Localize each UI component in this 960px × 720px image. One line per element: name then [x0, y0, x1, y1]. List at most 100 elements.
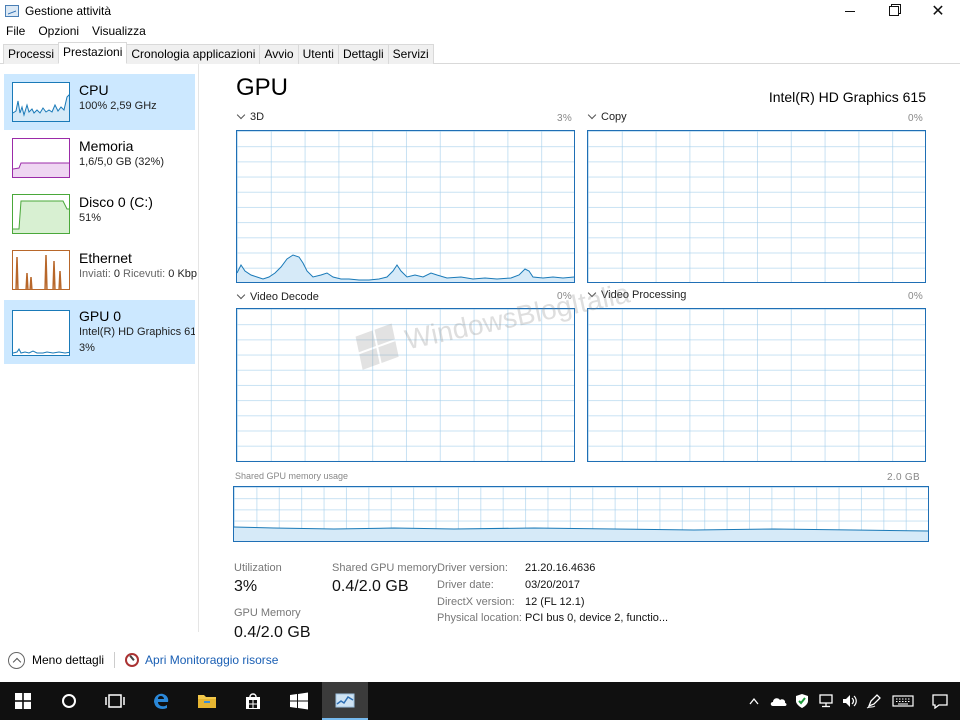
sidebar-subtitle: Inviati: 0 Ricevuti: 0 Kbp: [79, 268, 197, 280]
driver-version-value: 21.20.16.4636: [525, 562, 596, 574]
tab-services[interactable]: Servizi: [387, 44, 434, 64]
disk-thumbnail-graph: [12, 194, 70, 234]
driver-date-value: 03/20/2017: [525, 579, 581, 591]
pen-icon[interactable]: [862, 682, 886, 720]
physical-location-key: Physical location:: [437, 612, 522, 624]
task-manager-icon[interactable]: [322, 682, 368, 720]
system-tray: [742, 682, 960, 720]
sidebar-subtitle: Intel(R) HD Graphics 615: [79, 326, 195, 338]
network-icon[interactable]: [814, 682, 838, 720]
shared-memory-max: 2.0 GB: [887, 472, 920, 483]
sent-label: Inviati:: [79, 268, 111, 280]
cortana-icon[interactable]: [46, 682, 92, 720]
window-title: Gestione attività: [25, 4, 112, 18]
tab-processes[interactable]: Processi: [3, 44, 60, 64]
open-resource-monitor-link[interactable]: Apri Monitoraggio risorse: [145, 653, 278, 667]
window-controls: ✕: [828, 0, 960, 22]
chevron-down-icon: [587, 110, 597, 120]
gpu-detail-panel: GPU Intel(R) HD Graphics 615 3D 3% Copy …: [200, 64, 960, 641]
driver-version-key: Driver version:: [437, 562, 508, 574]
directx-version-key: DirectX version:: [437, 596, 515, 608]
engine-selector-video-decode[interactable]: Video Decode: [236, 290, 319, 303]
ethernet-thumbnail-graph: [12, 250, 70, 290]
menu-options[interactable]: Opzioni: [38, 24, 79, 38]
memory-thumbnail-graph: [12, 138, 70, 178]
task-manager-icon: [5, 5, 19, 17]
engine-percent: 3%: [557, 113, 573, 124]
chevron-up-icon[interactable]: [742, 682, 766, 720]
menu-view[interactable]: Visualizza: [92, 24, 146, 38]
cpu-thumbnail-graph: [12, 82, 70, 122]
engine-percent: 0%: [908, 291, 924, 302]
sidebar-item-gpu[interactable]: GPU 0 Intel(R) HD Graphics 615 3%: [4, 300, 195, 364]
resource-monitor-icon: [125, 653, 140, 667]
shared-memory-label: Shared GPU memory usage: [235, 471, 349, 481]
close-button[interactable]: ✕: [916, 0, 960, 22]
notifications-icon[interactable]: [920, 682, 960, 720]
menu-bar: File Opzioni Visualizza: [0, 22, 159, 40]
page-title: GPU: [236, 74, 289, 101]
volume-icon[interactable]: [838, 682, 862, 720]
engine-label: 3D: [250, 111, 265, 123]
chevron-up-circle-icon[interactable]: [8, 651, 25, 669]
sidebar-item-ethernet[interactable]: Ethernet Inviati: 0 Ricevuti: 0 Kbp: [4, 242, 197, 298]
engine-label: Video Decode: [250, 291, 319, 303]
tab-users[interactable]: Utenti: [297, 44, 339, 64]
store-icon[interactable]: [230, 682, 276, 720]
engine-selector-3d[interactable]: 3D: [236, 110, 265, 123]
graph-3d: [236, 130, 575, 283]
sidebar-item-memory[interactable]: Memoria 1,6/5,0 GB (32%): [4, 130, 195, 186]
sidebar-title: Disco 0 (C:): [79, 194, 153, 210]
chevron-down-icon: [236, 290, 246, 300]
task-view-icon[interactable]: [92, 682, 138, 720]
sidebar-item-cpu[interactable]: CPU 100% 2,59 GHz: [4, 74, 195, 130]
tab-details[interactable]: Dettagli: [337, 44, 389, 64]
engine-label: Copy: [601, 111, 627, 123]
file-explorer-icon[interactable]: [184, 682, 230, 720]
edge-icon[interactable]: [138, 682, 184, 720]
shared-memory-stat-value: 0.4/2.0 GB: [332, 578, 409, 595]
engine-selector-copy[interactable]: Copy: [587, 110, 627, 123]
graph-shared-memory: [233, 486, 929, 542]
gpu-thumbnail-graph: [12, 310, 70, 356]
sidebar-item-disk[interactable]: Disco 0 (C:) 51%: [4, 186, 195, 242]
maximize-button[interactable]: [872, 0, 916, 22]
less-details-button[interactable]: Meno dettagli: [32, 653, 104, 667]
received-label: Ricevuti:: [123, 268, 166, 280]
tab-performance[interactable]: Prestazioni: [58, 42, 128, 64]
footer-divider: [114, 652, 116, 668]
title-bar[interactable]: Gestione attività ✕: [0, 0, 960, 22]
sidebar-title: GPU 0: [79, 308, 122, 324]
physical-location-value: PCI bus 0, device 2, functio...: [525, 612, 669, 624]
received-value: 0 Kbp: [168, 268, 198, 280]
onedrive-icon[interactable]: [766, 682, 790, 720]
gpu-memory-label: GPU Memory: [234, 607, 301, 619]
footer-bar: Meno dettagli Apri Monitoraggio risorse: [0, 646, 960, 674]
gpu-memory-value: 0.4/2.0 GB: [234, 624, 311, 641]
directx-version-value: 12 (FL 12.1): [525, 596, 585, 608]
menu-file[interactable]: File: [6, 24, 25, 38]
sidebar-title: Ethernet: [79, 250, 132, 266]
utilization-label: Utilization: [234, 562, 282, 574]
shared-memory-stat-label: Shared GPU memory: [332, 562, 438, 574]
keyboard-icon[interactable]: [886, 682, 920, 720]
tab-startup[interactable]: Avvio: [259, 44, 299, 64]
sent-value: 0: [113, 268, 120, 280]
chevron-down-icon: [236, 110, 246, 120]
engine-percent: 0%: [908, 113, 924, 124]
taskbar: [0, 682, 960, 720]
gpu-model-name: Intel(R) HD Graphics 615: [768, 89, 926, 105]
driver-date-key: Driver date:: [437, 579, 494, 591]
minimize-button[interactable]: [828, 0, 872, 22]
resource-sidebar: CPU 100% 2,59 GHz Memoria 1,6/5,0 GB (32…: [0, 64, 199, 632]
graph-video-processing: [587, 308, 926, 462]
tab-bar: Processi Prestazioni Cronologia applicaz…: [0, 42, 960, 64]
tab-app-history[interactable]: Cronologia applicazioni: [126, 44, 261, 64]
windows-app-icon[interactable]: [276, 682, 322, 720]
graph-copy: [587, 130, 926, 283]
sidebar-subtitle: 1,6/5,0 GB (32%): [79, 156, 164, 168]
sidebar-subtitle: 51%: [79, 212, 102, 224]
sidebar-title: Memoria: [79, 138, 134, 154]
windows-start-icon[interactable]: [0, 682, 46, 720]
defender-icon[interactable]: [790, 682, 814, 720]
